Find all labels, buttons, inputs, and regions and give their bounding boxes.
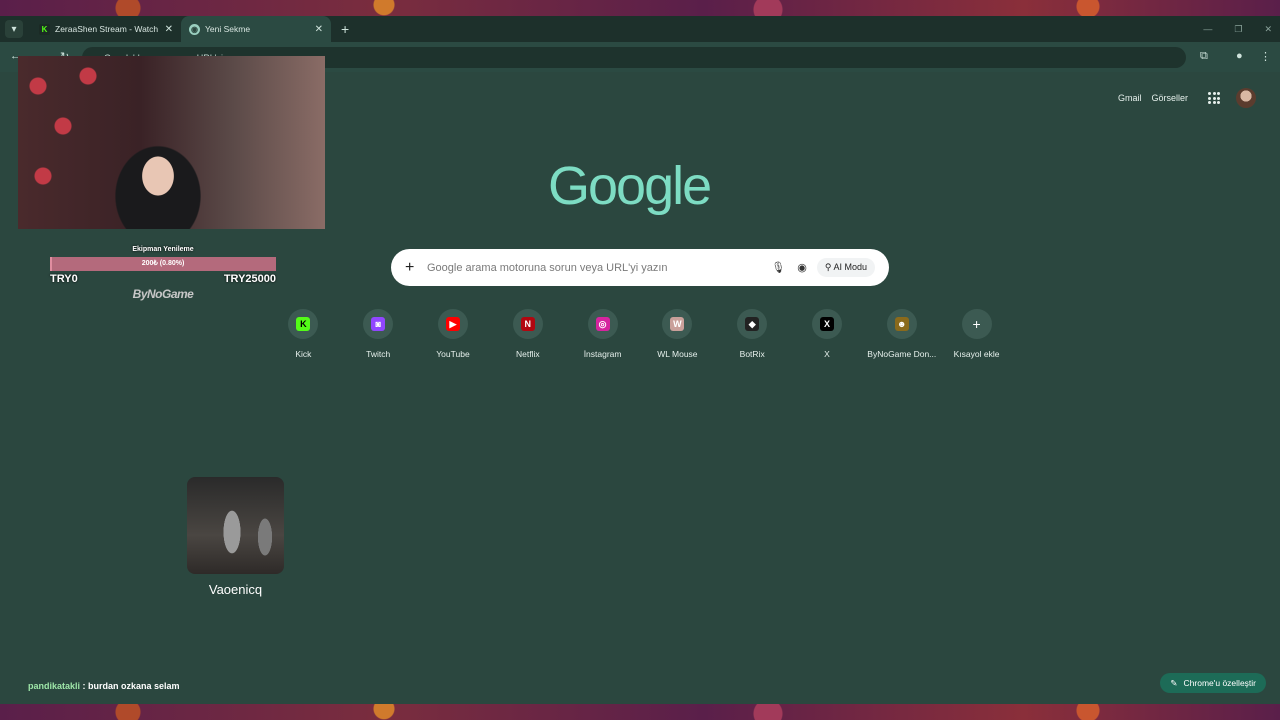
shortcut-tile[interactable]: ◙	[363, 309, 394, 339]
add-shortcut-icon: +	[972, 316, 981, 332]
search-box[interactable]: + Google arama motoruna sorun veya URL'y…	[391, 249, 889, 286]
shortcut-tile[interactable]: ☻	[886, 309, 917, 339]
add-icon[interactable]: +	[405, 259, 419, 277]
shortcut-tile[interactable]: X	[811, 309, 842, 339]
shortcut-label: Kısayol ekle	[953, 349, 1000, 359]
search-input[interactable]: Google arama motoruna sorun veya URL'yi …	[427, 262, 759, 274]
shortcut-label: İnstagram	[583, 349, 622, 359]
webcam-overlay	[18, 56, 325, 229]
tab-search-button[interactable]: ▾	[5, 20, 23, 38]
tab-new-tab[interactable]: ◉ Yeni Sekme ✕	[181, 16, 331, 42]
shortcut-label: Twitch	[366, 349, 391, 359]
shortcut-x[interactable]: XX	[790, 309, 865, 359]
images-link[interactable]: Görseller	[1151, 93, 1188, 103]
tab-stream[interactable]: K ZeraaShen Stream - Watch Live ✕	[31, 16, 181, 42]
shortcut-label: Netflix	[515, 349, 540, 359]
youtube-icon: ▶	[445, 317, 460, 331]
bynogame-icon: ☻	[894, 317, 909, 331]
shortcut-label: Kick	[295, 349, 312, 359]
shortcut-twitch[interactable]: ◙ Twitch	[341, 309, 416, 359]
ai-mode-button[interactable]: ⚲ AI Modu	[816, 258, 875, 277]
shortcut-label: ByNoGame Don...	[867, 349, 937, 359]
menu-icon[interactable]: ⋮	[1260, 50, 1271, 63]
account-avatar[interactable]	[1236, 88, 1256, 108]
chrome-icon: ◉	[189, 23, 200, 35]
shortcut-tile[interactable]: ▶	[437, 309, 468, 339]
close-window-icon[interactable]: ✕	[1264, 24, 1272, 35]
twitch-icon: ◙	[371, 317, 386, 331]
extensions-icon[interactable]: ⧉	[1200, 50, 1208, 63]
shortcut-label: X	[824, 349, 830, 359]
shortcut-botrix[interactable]: ◆ BotRix	[715, 309, 790, 359]
shortcut-tile[interactable]: W	[662, 309, 693, 339]
wlmouse-icon: W	[670, 317, 685, 331]
goal-progress-text: 200₺ (0.80%)	[141, 260, 185, 267]
chat-text: : burdan ozkana selam	[80, 681, 180, 691]
customize-chrome-button[interactable]: ✎ Chrome'u özelleştir	[1160, 673, 1266, 693]
new-tab-button[interactable]: +	[341, 21, 349, 37]
ai-mode-label: AI Modu	[833, 262, 867, 272]
tab-title: Yeni Sekme	[205, 24, 251, 34]
customize-label: Chrome'u özelleştir	[1183, 678, 1256, 688]
donation-goal-widget: Ekipman Yenileme 200₺ (0.80%) TRY0 TRY25…	[50, 246, 276, 301]
shortcut-add-shortcut[interactable]: + Kısayol ekle	[939, 309, 1014, 359]
apps-grid-icon[interactable]	[1208, 92, 1220, 104]
shortcut-tile[interactable]: N	[512, 309, 543, 339]
netflix-icon: N	[520, 317, 535, 331]
instagram-icon: ◎	[595, 317, 610, 331]
shortcut-wlmouse[interactable]: W WL Mouse	[640, 309, 715, 359]
chat-username: pandikatakli	[28, 681, 81, 691]
shortcut-tile[interactable]: ◆	[737, 309, 768, 339]
pencil-icon: ✎	[1170, 677, 1178, 688]
lens-icon[interactable]: ◉	[797, 261, 807, 274]
close-tab-icon[interactable]: ✕	[165, 24, 173, 35]
goal-max: TRY25000	[223, 273, 276, 285]
goal-min: TRY0	[50, 273, 78, 285]
stream-background-top	[0, 0, 1280, 16]
tab-title: ZeraaShen Stream - Watch Live	[55, 24, 159, 34]
shortcut-youtube[interactable]: ▶ YouTube	[416, 309, 491, 359]
shortcut-label: WL Mouse	[657, 349, 698, 359]
clip-thumbnail	[187, 477, 284, 574]
shortcut-netflix[interactable]: N Netflix	[490, 309, 565, 359]
restore-icon[interactable]: ❐	[1234, 24, 1242, 35]
profile-icon[interactable]: ●	[1236, 50, 1243, 62]
shortcuts-row: K Kick ◙ Twitch ▶ YouTube N Netflix ◎ İnstagram W W…	[266, 309, 1014, 359]
close-tab-icon[interactable]: ✕	[315, 24, 323, 35]
shortcut-instagram[interactable]: ◎ İnstagram	[565, 309, 640, 359]
shortcut-bynogame[interactable]: ☻ ByNoGame Don...	[864, 309, 939, 359]
shortcut-tile[interactable]: K	[288, 309, 319, 339]
clip-name: Vaoenicq	[208, 582, 263, 597]
google-logo: Google	[548, 156, 712, 216]
chat-message: pandikatakli : burdan ozkana selam	[28, 681, 180, 691]
kick-icon: K	[39, 23, 50, 35]
tab-strip: ▾ K ZeraaShen Stream - Watch Live ✕ ◉ Ye…	[0, 16, 1280, 42]
minimize-icon[interactable]: —	[1203, 24, 1212, 34]
gmail-link[interactable]: Gmail	[1118, 93, 1142, 103]
x-icon: X	[819, 317, 834, 331]
shortcut-label: YouTube	[436, 349, 470, 359]
kick-icon: K	[296, 317, 311, 331]
shortcut-label: BotRix	[739, 349, 765, 359]
botrix-icon: ◆	[745, 317, 760, 331]
window-controls: — ❐ ✕	[1203, 16, 1272, 42]
stream-background-bottom	[0, 704, 1280, 720]
shortcut-kick[interactable]: K Kick	[266, 309, 341, 359]
shortcut-tile[interactable]: +	[961, 309, 992, 339]
goal-title: Ekipman Yenileme	[132, 246, 194, 253]
bynogame-logo: ByNoGame	[132, 287, 194, 301]
microphone-icon[interactable]: 🎙	[771, 261, 785, 274]
goal-progress-bar: 200₺ (0.80%)	[50, 257, 276, 271]
ntp-header: Gmail Görseller	[1118, 88, 1256, 108]
shortcut-tile[interactable]: ◎	[587, 309, 618, 339]
